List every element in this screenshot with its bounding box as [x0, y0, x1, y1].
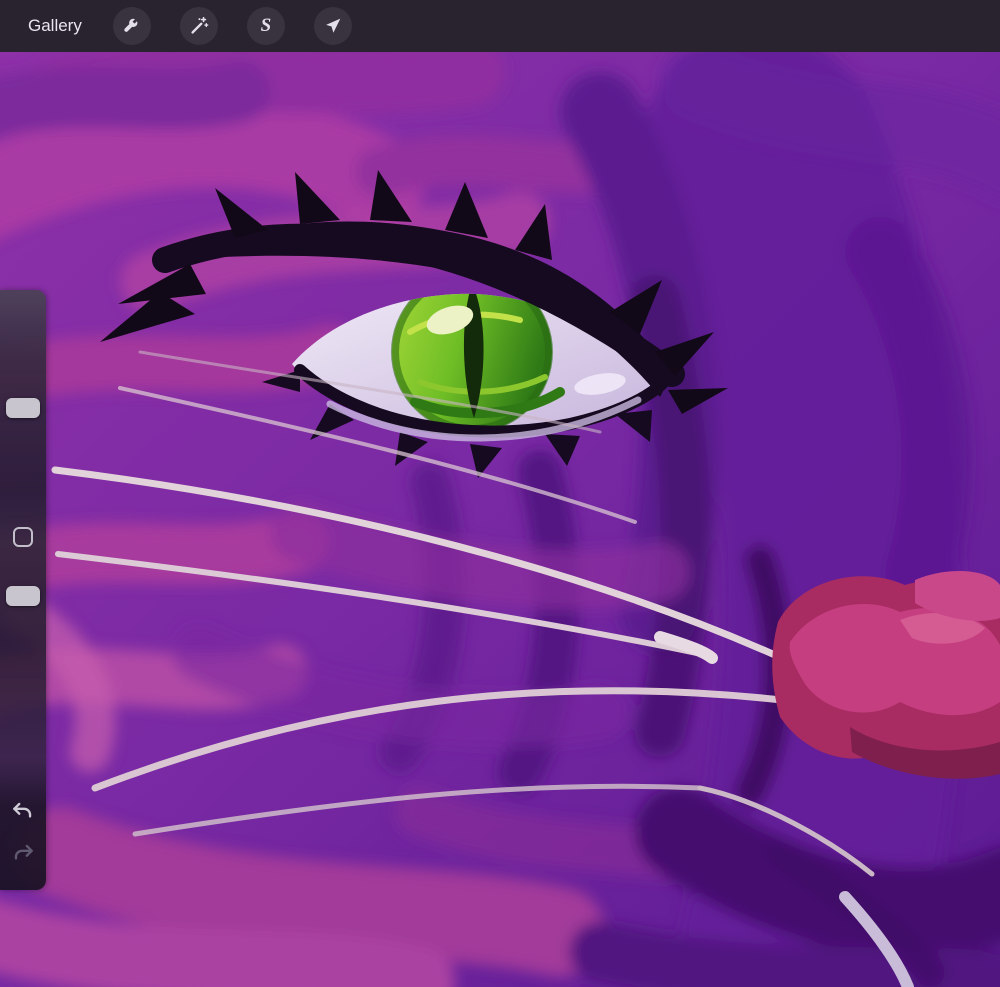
selection-s-icon: S [260, 14, 272, 36]
modify-button[interactable] [13, 527, 33, 547]
actions-button[interactable] [112, 7, 151, 45]
artwork-cat-painting [0, 52, 1000, 987]
brush-size-slider-thumb[interactable] [6, 398, 40, 418]
sidebar [0, 290, 46, 890]
gallery-button[interactable]: Gallery [28, 16, 82, 36]
wrench-icon [124, 18, 138, 32]
opacity-slider-thumb[interactable] [6, 586, 40, 606]
top-toolbar: Gallery S [0, 0, 1000, 52]
transform-arrow-icon [325, 18, 341, 33]
transform-button[interactable] [313, 7, 352, 45]
undo-button[interactable] [10, 798, 36, 824]
redo-arrow-icon [14, 844, 33, 860]
magic-wand-icon [191, 16, 209, 34]
redo-button[interactable] [10, 840, 36, 866]
undo-arrow-icon [13, 802, 32, 818]
brush-size-slider[interactable] [0, 290, 46, 490]
adjustments-button[interactable] [179, 7, 218, 45]
selection-button[interactable]: S [246, 7, 285, 45]
canvas[interactable] [0, 52, 1000, 987]
